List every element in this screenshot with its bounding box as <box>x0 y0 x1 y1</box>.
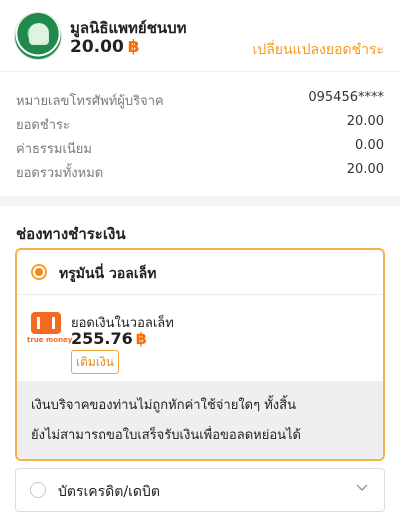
baht-symbol: ฿ <box>135 329 147 348</box>
topup-button[interactable]: เติมเงิน <box>71 350 119 374</box>
detail-label: ค่าธรรมเนียม <box>16 142 92 157</box>
section-divider <box>0 196 400 206</box>
wallet-option-header[interactable]: ทรูมันนี่ วอลเล็ท <box>17 250 383 295</box>
note-line-fee: เงินบริจาคของท่านไม่ถูกหักค่าใช้จ่ายใดๆ … <box>31 398 296 413</box>
wallet-balance-value: 255.76 <box>71 329 133 348</box>
detail-value: 20.00 <box>346 114 384 129</box>
chevron-down-icon[interactable] <box>356 481 368 493</box>
detail-value: 20.00 <box>346 162 384 177</box>
radio-unselected-icon[interactable] <box>30 482 46 498</box>
change-amount-link[interactable]: เปลี่ยนแปลงยอดชำระ <box>253 39 384 61</box>
wallet-note: เงินบริจาคของท่านไม่ถูกหักค่าใช้จ่ายใดๆ … <box>17 381 383 459</box>
merchant-header: มูลนิธิแพทย์ชนบท 20.00 ฿ เปลี่ยนแปลงยอดชำ… <box>0 0 400 72</box>
amount-value: 20.00 <box>70 37 124 57</box>
detail-row-amount: ยอดชำระ 20.00 <box>16 114 384 136</box>
truemoney-wallet-option[interactable]: ทรูมันนี่ วอลเล็ท true money ยอดเงินในวอ… <box>15 248 385 461</box>
detail-label: ยอดรวมทั้งหมด <box>16 166 104 181</box>
note-line-receipt: ยังไม่สามารถขอใบเสร็จรับเงินเพื่อขอลดหย่… <box>31 428 301 443</box>
detail-label: ยอดชำระ <box>16 118 70 133</box>
detail-value: 095456**** <box>308 90 384 105</box>
payment-method-title: ช่องทางชำระเงิน <box>16 225 126 243</box>
payment-details: หมายเลขโทรศัพท์ผู้บริจาค 095456**** ยอดช… <box>0 72 400 186</box>
detail-row-fee: ค่าธรรมเนียม 0.00 <box>16 138 384 160</box>
detail-row-total: ยอดรวมทั้งหมด 20.00 <box>16 162 384 184</box>
credit-option-label: บัตรเครดิต/เดบิต <box>58 484 160 500</box>
radio-selected-icon[interactable] <box>31 264 47 280</box>
detail-value: 0.00 <box>355 138 384 153</box>
donation-amount: 20.00 ฿ <box>70 37 140 57</box>
foundation-logo <box>14 12 62 60</box>
wallet-balance: 255.76 ฿ <box>71 329 147 348</box>
detail-label: หมายเลขโทรศัพท์ผู้บริจาค <box>16 94 164 109</box>
credit-card-option[interactable]: บัตรเครดิต/เดบิต <box>15 468 385 512</box>
baht-symbol: ฿ <box>127 37 140 57</box>
truemoney-logo: true money <box>27 312 72 346</box>
detail-row-phone: หมายเลขโทรศัพท์ผู้บริจาค 095456**** <box>16 90 384 112</box>
wallet-option-label: ทรูมันนี่ วอลเล็ท <box>59 266 157 282</box>
